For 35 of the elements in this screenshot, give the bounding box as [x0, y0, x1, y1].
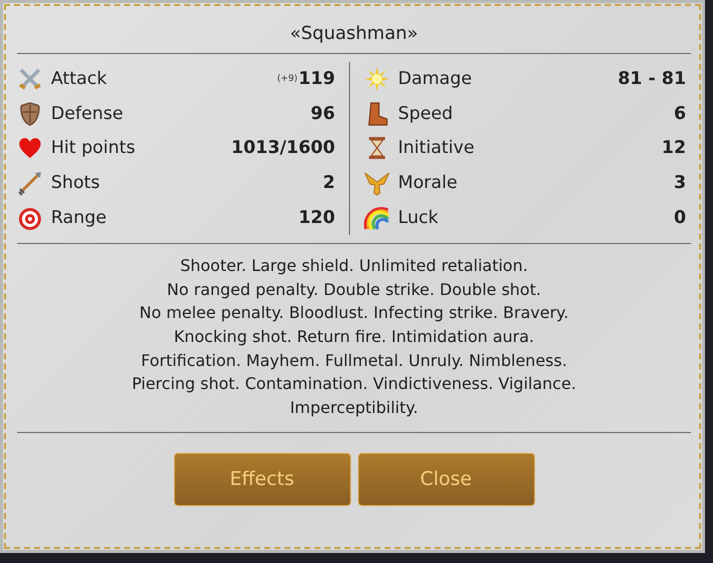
- stat-label: Initiative: [398, 138, 476, 158]
- stat-value: 96: [310, 104, 335, 124]
- stat-label: Damage: [398, 69, 473, 90]
- effects-button[interactable]: Effects: [174, 452, 350, 506]
- ability-text: Piercing shot. Contamination. Vindictiveness. Vigilance.: [132, 373, 576, 396]
- sun-burst-icon: [364, 66, 390, 92]
- stat-value: 81 - 81: [618, 69, 686, 90]
- stat-value: 120: [298, 208, 335, 228]
- stat-value: 2: [322, 173, 335, 194]
- ability-text: Imperceptibility.: [290, 397, 418, 420]
- stat-label: Shots: [51, 173, 101, 194]
- close-button[interactable]: Close: [358, 452, 534, 506]
- ability-text: No melee penalty. Bloodlust. Infecting strike. Bravery.: [139, 302, 569, 324]
- stat-bonus: (+9): [277, 74, 298, 84]
- ability-text: Shooter. Large shield. Unlimited retaliation.: [180, 254, 528, 277]
- arrow-icon: [17, 170, 43, 196]
- crossed-swords-icon: [17, 66, 43, 92]
- stat-label: Hit points: [51, 138, 136, 158]
- ability-text: Knocking shot. Return fire. Intimidation aura.: [174, 326, 534, 348]
- stat-label: Morale: [398, 173, 458, 194]
- stat-value: 119: [298, 69, 335, 90]
- stat-value: 12: [662, 138, 686, 158]
- stat-label: Speed: [398, 104, 454, 124]
- stat-value: 6: [674, 104, 686, 124]
- ability-text: No ranged penalty. Double strike. Double shot.: [166, 278, 542, 301]
- dialog-title: «Squashman»: [17, 13, 691, 54]
- ability-text: Fortification. Mayhem. Fullmetal. Unruly. Nimbleness.: [140, 350, 568, 372]
- stat-label: Defense: [51, 104, 124, 124]
- rainbow-icon: [364, 204, 390, 231]
- stat-label: Attack: [51, 69, 108, 90]
- stat-value: 3: [674, 173, 686, 194]
- stat-value: 0: [674, 208, 686, 228]
- stat-label: Luck: [398, 208, 440, 228]
- stat-value: 1013/1600: [231, 138, 335, 158]
- stat-label: Range: [51, 208, 108, 228]
